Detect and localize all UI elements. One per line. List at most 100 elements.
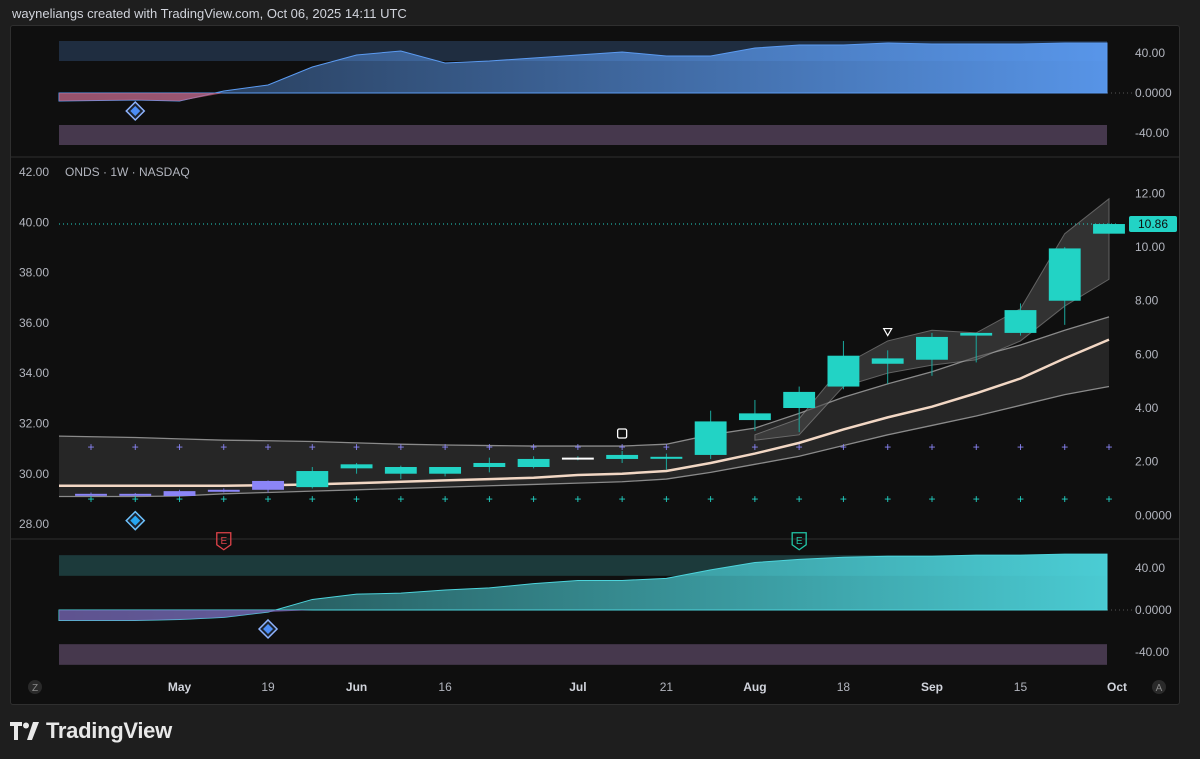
osc-top-axis-label: -40.00	[1135, 126, 1169, 140]
square-signal-icon	[616, 428, 628, 439]
right-axis-label: 8.00	[1135, 294, 1159, 308]
lower-marker-icon: +	[619, 492, 626, 506]
upper-marker-icon: +	[840, 440, 847, 454]
x-axis-label: 19	[261, 680, 275, 694]
x-axis-label: Jul	[569, 680, 586, 694]
sell-signal-triangle-icon	[882, 327, 893, 337]
left-axis-label: 30.00	[19, 467, 49, 481]
lower-marker-icon: +	[1105, 492, 1112, 506]
left-axis-label: 34.00	[19, 366, 49, 380]
lower-marker-icon: +	[530, 492, 537, 506]
brand-name: TradingView	[46, 718, 172, 743]
upper-marker-icon: +	[1017, 440, 1024, 454]
lower-marker-icon: +	[663, 492, 670, 506]
candle-body	[340, 464, 373, 469]
tradingview-logo-icon	[10, 722, 39, 740]
lower-marker-icon: +	[884, 492, 891, 506]
candle-body	[738, 413, 771, 421]
lower-marker-icon: +	[707, 492, 714, 506]
candle-body	[916, 336, 948, 360]
candle-body	[650, 456, 683, 459]
right-axis-label: 4.00	[1135, 401, 1159, 415]
candle-body	[561, 457, 594, 460]
right-axis-label: 0.0000	[1135, 508, 1172, 522]
upper-marker-icon: +	[397, 440, 404, 454]
x-axis-label: 15	[1014, 680, 1028, 694]
left-axis-label: 32.00	[19, 417, 49, 431]
candle-body	[1004, 310, 1037, 333]
lower-marker-icon: +	[840, 492, 847, 506]
left-axis-label: 42.00	[19, 165, 49, 179]
upper-marker-icon: +	[574, 440, 581, 454]
x-axis-label: 21	[660, 680, 674, 694]
upper-marker-icon: +	[220, 440, 227, 454]
candle-body	[119, 493, 152, 496]
upper-marker-icon: +	[663, 440, 670, 454]
lower-marker-icon: +	[973, 492, 980, 506]
upper-marker-icon: +	[265, 440, 272, 454]
lower-marker-icon: +	[309, 492, 316, 506]
candle-body	[429, 467, 462, 474]
x-axis-label: Oct	[1107, 680, 1127, 694]
candle-body	[473, 462, 506, 467]
upper-marker-icon: +	[796, 440, 803, 454]
x-axis-label: Sep	[921, 680, 943, 694]
x-axis-label: 18	[837, 680, 851, 694]
candle-body	[163, 491, 196, 496]
candle-body	[783, 391, 816, 408]
earnings-letter: E	[796, 536, 803, 547]
osc-bottom-negative-area	[59, 610, 1109, 621]
lower-marker-icon: +	[574, 492, 581, 506]
right-axis-label: 6.00	[1135, 347, 1159, 361]
candle-body	[960, 332, 993, 336]
lower-marker-icon: +	[928, 492, 935, 506]
candle-body	[207, 489, 240, 492]
right-axis-label: 10.00	[1135, 240, 1165, 254]
candle-body	[384, 467, 417, 474]
lower-marker-icon: +	[353, 492, 360, 506]
timezone-badge-icon: Z	[32, 683, 38, 694]
lower-marker-icon: +	[1017, 492, 1024, 506]
candle-body	[827, 355, 860, 387]
tradingview-logo[interactable]: TradingView	[10, 718, 172, 744]
candle-body	[1093, 224, 1125, 234]
upper-marker-icon: +	[973, 440, 980, 454]
right-axis-label: 2.00	[1135, 455, 1159, 469]
x-axis-label: Jun	[346, 680, 367, 694]
symbol-label: ONDS · 1W · NASDAQ	[65, 165, 190, 179]
upper-marker-icon: +	[884, 440, 891, 454]
lower-marker-icon: +	[220, 492, 227, 506]
upper-marker-icon: +	[928, 440, 935, 454]
left-axis-label: 38.00	[19, 266, 49, 280]
candle-body	[296, 471, 329, 488]
x-axis-label: 16	[438, 680, 452, 694]
chart-attribution: wayneliangs created with TradingView.com…	[12, 6, 407, 21]
lower-marker-icon: +	[397, 492, 404, 506]
left-axis-label: 28.00	[19, 517, 49, 531]
osc-top-axis-label: 0.0000	[1135, 86, 1172, 100]
candle-body	[694, 421, 727, 455]
chart-area[interactable]: 40.00 0.0000 -40.00 40.00 0.0000 -40.00 42.00 4…	[10, 25, 1180, 705]
lower-marker-icon: +	[751, 492, 758, 506]
x-axis-label: Aug	[743, 680, 766, 694]
lower-marker-icon: +	[486, 492, 493, 506]
osc-top-lower-zone	[59, 125, 1107, 145]
upper-marker-icon: +	[176, 440, 183, 454]
lower-marker-icon: +	[265, 492, 272, 506]
upper-marker-icon: +	[309, 440, 316, 454]
candle-body	[871, 358, 904, 364]
upper-marker-icon: +	[1105, 440, 1112, 454]
osc-bottom-axis-label: -40.00	[1135, 645, 1169, 659]
upper-marker-icon: +	[87, 440, 94, 454]
lower-marker-icon: +	[1061, 492, 1068, 506]
candle-body	[517, 458, 550, 467]
osc-bottom-lower-zone	[59, 644, 1107, 665]
chart-svg[interactable]: 40.00 0.0000 -40.00 40.00 0.0000 -40.00 42.00 4…	[11, 26, 1179, 704]
osc-top-axis-label: 40.00	[1135, 46, 1165, 60]
upper-marker-icon: +	[132, 440, 139, 454]
upper-marker-icon: +	[442, 440, 449, 454]
x-axis-label: May	[168, 680, 192, 694]
autoscale-badge-icon: A	[1156, 683, 1163, 694]
osc-bottom-axis-label: 40.00	[1135, 561, 1165, 575]
left-axis-label: 40.00	[19, 215, 49, 229]
